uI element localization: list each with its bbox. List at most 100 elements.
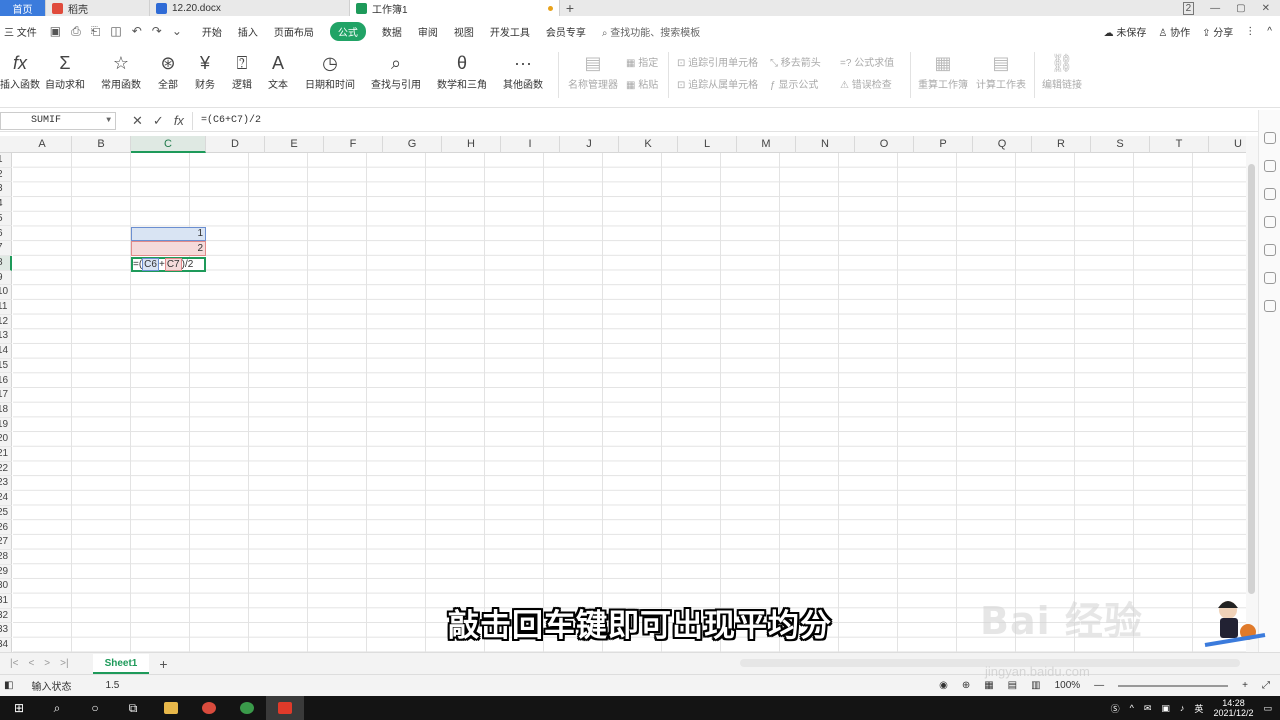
row-header-16[interactable]: 16 (0, 374, 12, 389)
text-button[interactable]: A 文本 (268, 50, 288, 91)
name-box[interactable]: SUMIF ▼ (0, 111, 116, 130)
trace-dependents-button[interactable]: ⊡ 追踪从属单元格 (677, 76, 758, 91)
menu-view[interactable]: 视图 (454, 24, 474, 39)
sidebar-icon-help[interactable] (1264, 244, 1276, 256)
cancel-icon[interactable]: ✕ (132, 113, 143, 129)
show-formula-button[interactable]: ƒ 显示公式 (770, 76, 818, 91)
row-header-30[interactable]: 30 (0, 579, 12, 594)
layout-view-icon[interactable]: ▥ (1031, 680, 1040, 691)
column-header-q[interactable]: Q (973, 136, 1032, 153)
menu-insert[interactable]: 插入 (238, 24, 258, 39)
fx-icon[interactable]: fx (174, 113, 184, 128)
windows-start-icon[interactable]: ⊞ (0, 696, 38, 720)
row-header-5[interactable]: 5 (0, 212, 12, 227)
normal-view-icon[interactable]: ▦ (984, 680, 993, 691)
sidebar-icon-settings[interactable] (1264, 188, 1276, 200)
insert-function-button[interactable]: fx 插入函数 (0, 50, 40, 91)
row-header-20[interactable]: 20 (0, 432, 12, 447)
zoom-level[interactable]: 100% (1055, 680, 1081, 691)
specify-button[interactable]: ▦ 指定 (626, 54, 658, 69)
redo-icon[interactable]: ↷ (152, 24, 162, 38)
wps-icon[interactable] (266, 696, 304, 720)
autosum-button[interactable]: Σ 自动求和 (45, 50, 85, 91)
minimize-button[interactable]: — (1210, 3, 1220, 14)
export-icon[interactable]: ⎙ (71, 24, 81, 39)
sidebar-icon-backup[interactable] (1264, 300, 1276, 312)
clock[interactable]: 14:28 2021/12/2 (1213, 698, 1253, 718)
row-header-28[interactable]: 28 (0, 550, 12, 565)
chrome-icon[interactable] (190, 696, 228, 720)
prev-sheet-icon[interactable]: < (28, 658, 34, 669)
recalc-workbook-button[interactable]: ▦ 重算工作簿 (918, 50, 968, 91)
search-box[interactable]: ⌕ 查找功能、搜索模板 (602, 24, 700, 39)
edit-links-button[interactable]: ⛓ 编辑链接 (1042, 50, 1082, 91)
eval-formula-button[interactable]: =? 公式求值 (840, 54, 894, 69)
menu-layout[interactable]: 页面布局 (274, 24, 314, 39)
wechat-icon[interactable]: ✉ (1144, 703, 1152, 714)
preview-icon[interactable]: ◫ (110, 24, 121, 38)
remove-arrows-button[interactable]: ⤡ 移去箭头 (770, 54, 821, 69)
column-header-k[interactable]: K (619, 136, 678, 153)
column-header-a[interactable]: A (13, 136, 72, 153)
eye-icon[interactable]: ◉ (939, 680, 948, 691)
maximize-button[interactable]: ▢ (1236, 3, 1245, 14)
first-sheet-icon[interactable]: |< (10, 658, 18, 669)
ime-icon[interactable]: 英 (1194, 702, 1203, 715)
chevron-down-icon[interactable]: ▼ (106, 116, 111, 125)
cell-c7[interactable]: 2 (131, 241, 206, 256)
row-header-22[interactable]: 22 (0, 462, 12, 477)
column-header-n[interactable]: N (796, 136, 855, 153)
menu-data[interactable]: 数据 (382, 24, 402, 39)
column-header-j[interactable]: J (560, 136, 619, 153)
row-header-1[interactable]: 1 (0, 153, 12, 168)
row-header-15[interactable]: 15 (0, 359, 12, 374)
math-button[interactable]: θ 数学和三角 (437, 50, 487, 91)
row-header-4[interactable]: 4 (0, 197, 12, 212)
row-header-23[interactable]: 23 (0, 476, 12, 492)
sheet-tab-sheet1[interactable]: Sheet1 (92, 653, 150, 674)
logic-button[interactable]: ⍰ 逻辑 (232, 50, 252, 91)
cell-c8-editing[interactable]: =(C6 + C7)/2 (131, 257, 206, 272)
column-header-f[interactable]: F (324, 136, 383, 153)
common-functions-button[interactable]: ☆ 常用函数 (101, 50, 141, 91)
sidebar-icon-select[interactable] (1264, 132, 1276, 144)
other-functions-button[interactable]: ··· 其他函数 (503, 50, 543, 91)
tab-home[interactable]: 首页 (0, 0, 46, 16)
share-button[interactable]: ⇪ 分享 (1202, 24, 1233, 39)
volume-icon[interactable]: ♪ (1180, 703, 1185, 713)
file-menu[interactable]: 三 文件 (4, 24, 37, 39)
row-header-6[interactable]: 6 (0, 227, 12, 242)
column-header-t[interactable]: T (1150, 136, 1209, 153)
page-view-icon[interactable]: ▤ (1008, 680, 1017, 691)
new-tab-button[interactable]: + (560, 0, 580, 16)
more-icon[interactable]: ⋮ (1245, 26, 1255, 37)
column-header-b[interactable]: B (72, 136, 131, 153)
row-header-10[interactable]: 10 (0, 285, 12, 300)
calc-sheet-button[interactable]: ▤ 计算工作表 (976, 50, 1026, 91)
column-header-c[interactable]: C (131, 136, 206, 153)
wps-tray-icon[interactable]: Ⓢ (1111, 702, 1120, 715)
tab-docx[interactable]: 12.20.docx (150, 0, 350, 16)
sidebar-icon-table[interactable] (1264, 216, 1276, 228)
notification-icon[interactable]: ▭ (1263, 703, 1272, 714)
column-header-h[interactable]: H (442, 136, 501, 153)
close-button[interactable]: ✕ (1262, 3, 1270, 14)
undo-icon[interactable]: ↶ (132, 24, 142, 38)
zoom-in-icon[interactable]: + (1242, 680, 1248, 691)
chevron-down-icon[interactable]: ⌄ (172, 24, 182, 38)
lookup-button[interactable]: ⌕ 查找与引用 (371, 50, 421, 91)
unsaved-button[interactable]: ☁ 未保存 (1104, 24, 1147, 39)
all-functions-button[interactable]: ⊛ 全部 (158, 50, 178, 91)
column-header-i[interactable]: I (501, 136, 560, 153)
error-check-button[interactable]: ⚠ 错误检查 (840, 76, 892, 91)
column-header-e[interactable]: E (265, 136, 324, 153)
menu-developer[interactable]: 开发工具 (490, 24, 530, 39)
add-sheet-button[interactable]: + (159, 656, 167, 672)
row-header-14[interactable]: 14 (0, 344, 12, 359)
row-header-3[interactable]: 3 (0, 182, 12, 198)
row-header-8[interactable]: 8 (0, 255, 12, 271)
tab-docer[interactable]: 稻壳 (46, 0, 150, 16)
formula-input[interactable]: =(C6+C7)/2 (191, 111, 1280, 130)
row-header-19[interactable]: 19 (0, 418, 12, 433)
column-header-p[interactable]: P (914, 136, 973, 153)
